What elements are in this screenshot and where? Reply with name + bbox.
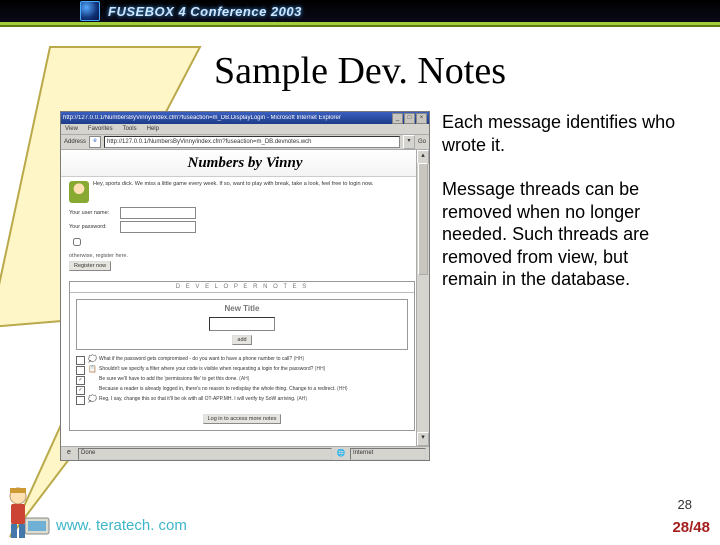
note-checkbox[interactable]	[76, 356, 85, 365]
window-titlebar: http://127.0.0.1/NumbersByVinny/index.cf…	[61, 112, 429, 124]
devnote-row: 💭What if the password gets compromised -…	[76, 356, 408, 365]
add-thread-button[interactable]: add	[232, 335, 251, 345]
password-label: Your password:	[69, 224, 117, 230]
browser-window: http://127.0.0.1/NumbersByVinny/index.cf…	[60, 111, 430, 461]
register-button[interactable]: Register now	[69, 261, 111, 271]
devnotes-panel: D E V E L O P E R N O T E S New Title ad…	[69, 281, 415, 431]
remember-checkbox[interactable]	[73, 238, 81, 246]
password-field[interactable]	[120, 221, 196, 233]
close-icon[interactable]: ×	[416, 113, 427, 124]
explain-p1: Each message identifies who wrote it.	[442, 111, 696, 156]
devnote-row: 💭Reg, I say, change this so that it'll b…	[76, 396, 408, 405]
menu-favorites[interactable]: Favorites	[88, 126, 113, 132]
note-checkbox[interactable]	[76, 366, 85, 375]
status-bar: e Done 🌐 Internet	[61, 446, 429, 460]
scroll-thumb[interactable]	[418, 163, 428, 275]
page-number: 28	[678, 497, 692, 512]
page-title: Numbers by Vinny	[187, 155, 302, 172]
minimize-icon[interactable]: _	[392, 113, 403, 124]
page-header: Numbers by Vinny	[61, 150, 429, 177]
menu-bar: View Favorites Tools Help	[61, 124, 429, 135]
bubble-icon: 💭	[88, 356, 96, 364]
address-label: Address	[64, 139, 86, 145]
ie-status-icon: e	[64, 449, 74, 459]
bubble-icon: 💭	[88, 396, 96, 404]
clipboard-icon: 📋	[88, 366, 96, 374]
fusebox-logo-icon	[80, 1, 100, 21]
menu-tools[interactable]: Tools	[123, 126, 137, 132]
explain-p2: Message threads can be removed when no l…	[442, 178, 696, 291]
devnotes-login-button[interactable]: Log in to access more notes	[203, 414, 282, 424]
globe-icon: 🌐	[336, 449, 346, 459]
menu-help[interactable]: Help	[147, 126, 159, 132]
banner-text: FUSEBOX 4 Conference 2003	[108, 5, 302, 18]
scroll-up-icon[interactable]: ▴	[417, 150, 429, 164]
url-field[interactable]: http://127.0.0.1/NumbersByVinny/index.cf…	[104, 136, 400, 148]
explanation-text: Each message identifies who wrote it. Me…	[442, 111, 696, 313]
devnote-row: ✓Because a reader is already logged in, …	[76, 386, 408, 395]
footer-url[interactable]: www. teratech. com	[56, 517, 187, 534]
window-title: http://127.0.0.1/NumbersByVinny/index.cf…	[63, 115, 341, 121]
slide-title: Sample Dev. Notes	[0, 49, 720, 93]
intro-text: Hey, sports dick. We miss a little game …	[93, 181, 373, 203]
username-label: Your user name:	[69, 210, 117, 216]
go-button[interactable]: Go	[418, 139, 426, 145]
register-hint: otherwise, register here.	[69, 253, 429, 259]
new-thread-box: New Title add	[76, 299, 408, 350]
devnote-row: ✓Be sure we'll have to add the 'permissi…	[76, 376, 408, 385]
blank-icon	[88, 386, 96, 394]
devnotes-list: 💭What if the password gets compromised -…	[70, 356, 414, 410]
new-thread-title: New Title	[81, 304, 403, 313]
page-viewport: ▴ ▾ Numbers by Vinny Hey, sports dick. W…	[61, 150, 429, 446]
status-text: Done	[78, 448, 332, 460]
slide-counter: 28/48	[672, 519, 710, 536]
note-checkbox[interactable]	[76, 396, 85, 405]
scroll-down-icon[interactable]: ▾	[417, 432, 429, 446]
vinny-avatar-icon	[69, 181, 89, 203]
note-checkbox[interactable]: ✓	[76, 376, 85, 385]
maximize-icon[interactable]: □	[404, 113, 415, 124]
username-field[interactable]	[120, 207, 196, 219]
vertical-scrollbar[interactable]: ▴ ▾	[416, 150, 429, 446]
new-thread-input[interactable]	[209, 317, 275, 331]
login-form: Your user name: Your password: otherwise…	[61, 205, 429, 271]
address-bar: Address e http://127.0.0.1/NumbersByVinn…	[61, 135, 429, 150]
ie-icon: e	[89, 136, 101, 148]
conference-banner: FUSEBOX 4 Conference 2003	[0, 0, 720, 22]
menu-view[interactable]: View	[65, 126, 78, 132]
mascot-icon	[2, 480, 52, 540]
status-zone: Internet	[350, 448, 426, 460]
note-checkbox[interactable]: ✓	[76, 386, 85, 395]
address-dropdown-icon[interactable]: ▾	[403, 135, 415, 149]
devnotes-title: D E V E L O P E R N O T E S	[70, 282, 414, 293]
blank-icon	[88, 376, 96, 384]
devnote-row: 📋Shouldn't we specify a filter where you…	[76, 366, 408, 375]
